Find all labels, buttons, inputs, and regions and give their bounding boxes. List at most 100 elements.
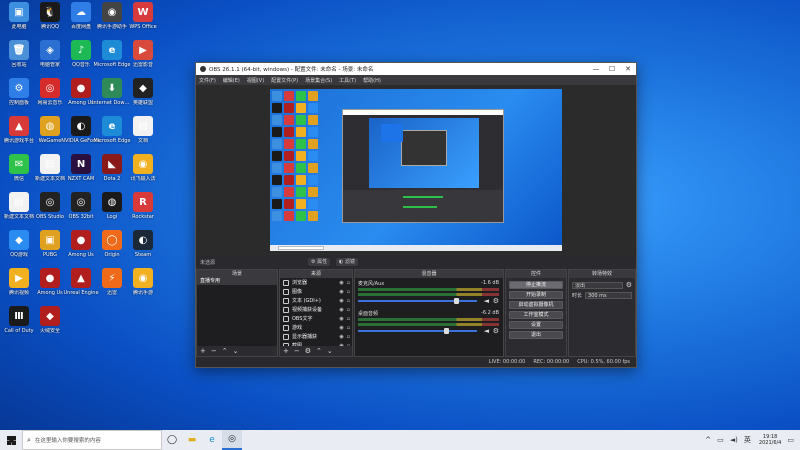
desktop-icon[interactable]: ◉ 腾讯手游 <box>126 268 160 308</box>
desktop-icon[interactable]: ▶ 腾讯视频 <box>2 268 36 308</box>
properties-button[interactable]: ⚙ 属性 <box>308 258 331 266</box>
visibility-eye-icon[interactable]: ◉ <box>338 280 345 286</box>
desktop-icon[interactable]: W WPS Office <box>126 2 160 42</box>
duration-input[interactable]: 300 ms <box>585 291 632 299</box>
tray-chevron-icon[interactable]: ^ <box>705 436 711 444</box>
channel-settings-icon[interactable]: ⚙ <box>493 327 499 335</box>
task-view-icon[interactable]: ◯ <box>162 430 182 450</box>
volume-slider-handle[interactable] <box>453 298 459 304</box>
channel-settings-icon[interactable]: ⚙ <box>493 297 499 305</box>
menu-item[interactable]: 工具(T) <box>339 77 356 84</box>
desktop-icon[interactable]: ▲ Unreal Engine <box>63 268 99 308</box>
desktop-icon[interactable]: e Microsoft Edge <box>94 116 130 156</box>
visibility-eye-icon[interactable]: ◉ <box>338 298 345 304</box>
desktop-icon[interactable]: ▣ PUBG <box>33 230 67 270</box>
desktop-icon[interactable]: ▤ 新建文本文档 <box>2 192 36 232</box>
lock-icon[interactable]: ▫ <box>345 280 352 286</box>
desktop-icon[interactable]: ⚡ 迅雷 <box>95 268 129 308</box>
menu-item[interactable]: 配置文件(P) <box>271 77 298 84</box>
transition-settings-icon[interactable]: ⚙ <box>626 281 632 289</box>
source-item[interactable]: 浏览器 ◉ ▫ <box>280 278 352 287</box>
move-down-source-button[interactable]: ⌄ <box>327 347 333 355</box>
add-scene-button[interactable]: + <box>200 347 206 355</box>
desktop-icon[interactable]: ◍ WeGame <box>33 116 67 156</box>
desktop-icon[interactable]: ◣ Dota 2 <box>95 154 129 194</box>
desktop-icon[interactable]: ☁ 百度网盘 <box>64 2 98 42</box>
desktop-icon[interactable]: ◍ Logi <box>95 192 129 232</box>
menu-item[interactable]: 编辑(E) <box>223 77 240 84</box>
scene-item[interactable]: 直播专用 <box>197 278 277 285</box>
speaker-icon[interactable]: ◄ <box>484 297 489 305</box>
notification-icon[interactable]: ▭ <box>787 436 794 444</box>
desktop-icon[interactable]: 🐧 腾讯QQ <box>33 2 67 42</box>
source-settings-button[interactable]: ⚙ <box>305 347 311 355</box>
edge-icon[interactable]: e <box>202 430 222 450</box>
title-bar[interactable]: OBS 26.1.1 (64-bit, windows) - 配置文件: 未命名… <box>196 63 636 75</box>
desktop-icon[interactable]: ◐ NVIDIA GeForce <box>61 116 101 156</box>
menu-item[interactable]: 帮助(H) <box>363 77 381 84</box>
desktop-icon[interactable]: ◯ Origin <box>95 230 129 270</box>
desktop-icon[interactable]: ● Among Us <box>64 78 98 118</box>
volume-icon[interactable]: ◄) <box>730 436 738 444</box>
desktop-icon[interactable]: N NZXT CAM <box>64 154 98 194</box>
move-up-source-button[interactable]: ⌃ <box>316 347 322 355</box>
visibility-eye-icon[interactable]: ◉ <box>338 316 345 322</box>
preview-canvas[interactable] <box>270 89 562 251</box>
move-up-scene-button[interactable]: ⌃ <box>222 347 228 355</box>
desktop-icon[interactable]: ▤ 新建文本文档 <box>33 154 67 194</box>
desktop-icon[interactable]: ◎ OBS Studio <box>33 192 67 232</box>
source-item[interactable]: 显示器捕获 ◉ ▫ <box>280 332 352 341</box>
source-item[interactable]: OBS文字 ◉ ▫ <box>280 314 352 323</box>
desktop-icon[interactable]: ✉ 微信 <box>2 154 36 194</box>
start-button[interactable] <box>0 430 22 450</box>
desktop-icon[interactable]: ◆ 火绒安全 <box>33 306 67 346</box>
visibility-eye-icon[interactable]: ◉ <box>338 307 345 313</box>
source-item[interactable]: 文本 (GDI+) ◉ ▫ <box>280 296 352 305</box>
file-explorer-icon[interactable]: ▬ <box>182 430 202 450</box>
desktop-icon[interactable]: ◎ OBS 32bit <box>64 192 98 232</box>
desktop-icon[interactable]: ◆ QQ游戏 <box>2 230 36 270</box>
minimize-button[interactable]: — <box>588 65 604 73</box>
desktop-icon[interactable]: Ⅲ Call of Duty <box>2 306 36 346</box>
add-source-button[interactable]: + <box>283 347 289 355</box>
lock-icon[interactable]: ▫ <box>345 316 352 322</box>
desktop-icon[interactable]: R Rockstar <box>126 192 160 232</box>
desktop-icon[interactable]: ⚙ 控制面板 <box>2 78 36 118</box>
visibility-eye-icon[interactable]: ◉ <box>338 325 345 331</box>
remove-scene-button[interactable]: − <box>211 347 217 355</box>
studio-mode-button[interactable]: 工作室模式 <box>509 311 563 319</box>
network-icon[interactable]: ▭ <box>717 436 724 444</box>
desktop-icon[interactable]: ♪ QQ音乐 <box>64 40 98 80</box>
desktop-icon[interactable]: ◉ 讯飞输入法 <box>126 154 160 194</box>
desktop-icon[interactable]: 🗑 回收站 <box>2 40 36 80</box>
start-virtual-camera-button[interactable]: 启动虚拟摄像机 <box>509 301 563 309</box>
volume-slider-handle[interactable] <box>444 328 450 334</box>
obs-taskbar-icon[interactable]: ◎ <box>222 430 242 450</box>
desktop-icon[interactable]: ⬇Internet Download <box>92 78 132 118</box>
transition-type-select[interactable]: 淡出 <box>572 281 623 289</box>
maximize-button[interactable]: ☐ <box>604 65 620 73</box>
lock-icon[interactable]: ▫ <box>345 298 352 304</box>
menu-item[interactable]: 视图(V) <box>247 77 264 84</box>
volume-slider[interactable] <box>358 298 477 304</box>
lock-icon[interactable]: ▫ <box>345 307 352 313</box>
menu-item[interactable]: 文件(F) <box>199 77 216 84</box>
desktop-icon[interactable]: ● Among Us <box>64 230 98 270</box>
lock-icon[interactable]: ▫ <box>345 289 352 295</box>
start-recording-button[interactable]: 开始录制 <box>509 291 563 299</box>
settings-button[interactable]: 设置 <box>509 321 563 329</box>
lock-icon[interactable]: ▫ <box>345 325 352 331</box>
desktop-icon[interactable]: ◈ 电脑管家 <box>33 40 67 80</box>
lock-icon[interactable]: ▫ <box>345 334 352 340</box>
desktop-icon[interactable]: ◉ 腾讯手游助手 <box>95 2 129 42</box>
visibility-eye-icon[interactable]: ◉ <box>338 334 345 340</box>
taskbar-search-box[interactable]: ⌕ 在这里输入你要搜索的内容 <box>22 430 162 450</box>
desktop-icon[interactable]: ◐ Steam <box>126 230 160 270</box>
desktop-icon[interactable]: ● Among Us <box>33 268 67 308</box>
clock[interactable]: 19:18 2021/6/4 <box>759 434 781 446</box>
exit-button[interactable]: 退出 <box>509 331 563 339</box>
close-button[interactable]: ✕ <box>620 65 636 73</box>
preview-area[interactable] <box>196 85 636 255</box>
move-down-scene-button[interactable]: ⌄ <box>233 347 239 355</box>
volume-slider[interactable] <box>358 328 477 334</box>
